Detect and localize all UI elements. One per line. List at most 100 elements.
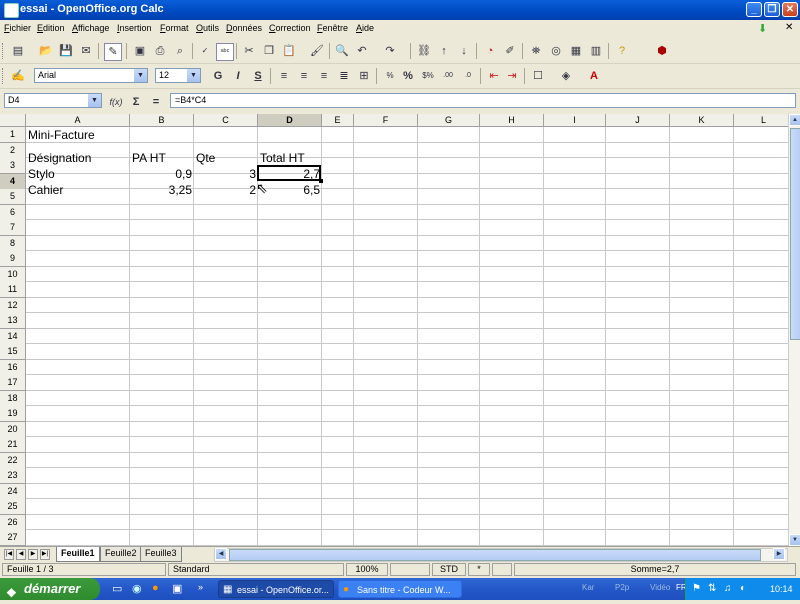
undo-icon[interactable]: ↶	[354, 43, 370, 59]
menu-fichier[interactable]: Fichier	[4, 23, 31, 33]
task-button-calc[interactable]: ▦ essai - OpenOffice.or...	[218, 580, 334, 598]
hyperlink-icon[interactable]: ⛓	[416, 43, 432, 59]
navigator-icon[interactable]: ⛯	[528, 43, 544, 59]
font-color-icon[interactable]: A	[586, 68, 602, 84]
currency-format-icon[interactable]: %	[382, 68, 398, 84]
format-paintbrush-icon[interactable]: 🖌	[309, 43, 325, 59]
cut-icon[interactable]: ✂	[241, 43, 257, 59]
column-header-a[interactable]: A	[26, 114, 130, 127]
status-zoom[interactable]: 100%	[346, 563, 388, 576]
print-preview-icon[interactable]: ⌕	[172, 43, 188, 59]
quicklaunch-icon[interactable]: ▣	[172, 582, 182, 595]
row-header[interactable]: 11	[0, 282, 26, 298]
bold-icon[interactable]: G	[210, 68, 226, 84]
network-icon[interactable]: ⇅	[708, 578, 716, 600]
column-header-l[interactable]: L	[734, 114, 788, 127]
chart-icon[interactable]: ◔	[482, 43, 498, 59]
new-document-icon[interactable]: ▤	[10, 43, 26, 59]
column-header-d[interactable]: D	[258, 114, 322, 127]
row-header[interactable]: 18	[0, 390, 26, 407]
edit-mode-icon[interactable]: ✎	[104, 43, 122, 61]
merge-cells-icon[interactable]: ⊞	[356, 68, 372, 84]
column-header-g[interactable]: G	[418, 114, 480, 127]
open-icon[interactable]: 📂	[38, 43, 54, 59]
sort-ascending-icon[interactable]: ↑	[436, 43, 452, 59]
cell-c3[interactable]: Qte	[196, 150, 256, 165]
cell-a1[interactable]: Mini-Facture	[28, 127, 128, 142]
tray-icon[interactable]: ◐	[740, 578, 746, 600]
chevron-down-icon[interactable]: ▼	[187, 69, 200, 82]
autospell-icon[interactable]: ᵃᵇᶜ	[216, 43, 234, 61]
print-icon[interactable]: ⎙	[152, 43, 168, 59]
close-button[interactable]: ✕	[782, 2, 798, 17]
cell-c5[interactable]: 2	[194, 182, 258, 197]
select-all-corner[interactable]	[0, 114, 26, 127]
row-header[interactable]: 2	[0, 142, 26, 159]
row-header[interactable]: 12	[0, 297, 26, 314]
menu-outils[interactable]: Outils	[196, 23, 219, 33]
status-page-style[interactable]: Standard	[168, 563, 344, 576]
menu-format[interactable]: Format	[160, 23, 189, 33]
chevron-down-icon[interactable]: ▼	[134, 69, 147, 82]
percent-format-icon[interactable]: %	[400, 68, 416, 84]
tray-icon[interactable]: ⚑	[692, 578, 701, 600]
maximize-button[interactable]: ❐	[764, 2, 780, 17]
cell-b4[interactable]: 0,9	[130, 166, 194, 181]
quicklaunch-expand-icon[interactable]: »	[198, 582, 203, 592]
scroll-down-icon[interactable]: ▼	[789, 534, 800, 546]
column-header-e[interactable]: E	[322, 114, 354, 127]
first-sheet-icon[interactable]: |◀	[4, 549, 14, 560]
row-header[interactable]: 21	[0, 437, 26, 453]
fill-handle[interactable]	[319, 179, 323, 183]
macro-icon[interactable]: ⬢	[654, 43, 670, 59]
underline-icon[interactable]: S	[250, 68, 266, 84]
column-header-h[interactable]: H	[480, 114, 544, 127]
clock[interactable]: 10:14	[770, 578, 793, 600]
name-box[interactable]: D4 ▼	[4, 93, 102, 108]
function-wizard-icon[interactable]: f(x)	[108, 94, 124, 110]
cell-b5[interactable]: 3,25	[130, 182, 194, 197]
font-name-select[interactable]: Arial ▼	[34, 68, 148, 83]
row-header[interactable]: 8	[0, 235, 26, 252]
redo-icon[interactable]: ↷	[382, 43, 398, 59]
last-sheet-icon[interactable]: ▶|	[40, 549, 50, 560]
menu-correction[interactable]: Correction	[269, 23, 311, 33]
menu-edition[interactable]: Edition	[37, 23, 65, 33]
cell-c4[interactable]: 3	[194, 166, 258, 181]
row-header[interactable]: 23	[0, 468, 26, 484]
menu-donnees[interactable]: Données	[226, 23, 262, 33]
help-icon[interactable]: ?	[614, 43, 630, 59]
row-header[interactable]: 25	[0, 499, 26, 515]
horizontal-scrollbar[interactable]: ◀ ▶	[214, 548, 788, 562]
row-header[interactable]: 27	[0, 530, 26, 546]
status-mode[interactable]: STD	[432, 563, 466, 576]
menu-fenetre[interactable]: Fenêtre	[317, 23, 348, 33]
align-right-icon[interactable]: ≡	[316, 68, 332, 84]
close-doc-icon[interactable]: ✕	[785, 22, 793, 33]
spellcheck-icon[interactable]: ✓	[197, 43, 213, 59]
menu-aide[interactable]: Aide	[356, 23, 374, 33]
row-header[interactable]: 1	[0, 127, 26, 143]
cell-a5[interactable]: Cahier	[28, 182, 128, 197]
draw-functions-icon[interactable]: ✐	[502, 43, 518, 59]
firefox-icon[interactable]: ●	[152, 582, 159, 594]
horizontal-scroll-thumb[interactable]	[229, 549, 761, 561]
align-left-icon[interactable]: ≡	[276, 68, 292, 84]
copy-icon[interactable]: ❐	[261, 43, 277, 59]
row-header[interactable]: 7	[0, 220, 26, 236]
row-header[interactable]: 13	[0, 313, 26, 329]
row-header[interactable]: 5	[0, 189, 26, 205]
background-color-icon[interactable]: ◈	[558, 68, 574, 84]
row-header[interactable]: 20	[0, 421, 26, 438]
cell-a3[interactable]: Désignation	[28, 150, 128, 165]
row-header[interactable]: 14	[0, 328, 26, 345]
font-size-select[interactable]: 12 ▼	[155, 68, 201, 83]
row-header[interactable]: 15	[0, 344, 26, 360]
scroll-up-icon[interactable]: ▲	[789, 114, 800, 126]
add-decimal-icon[interactable]: .00	[440, 68, 456, 84]
sheet-tab-feuille3[interactable]: Feuille3	[140, 547, 182, 562]
find-icon[interactable]: 🔍	[334, 43, 350, 59]
save-icon[interactable]: 💾	[58, 43, 74, 59]
show-desktop-icon[interactable]: ▭	[112, 582, 122, 595]
row-header[interactable]: 6	[0, 204, 26, 221]
